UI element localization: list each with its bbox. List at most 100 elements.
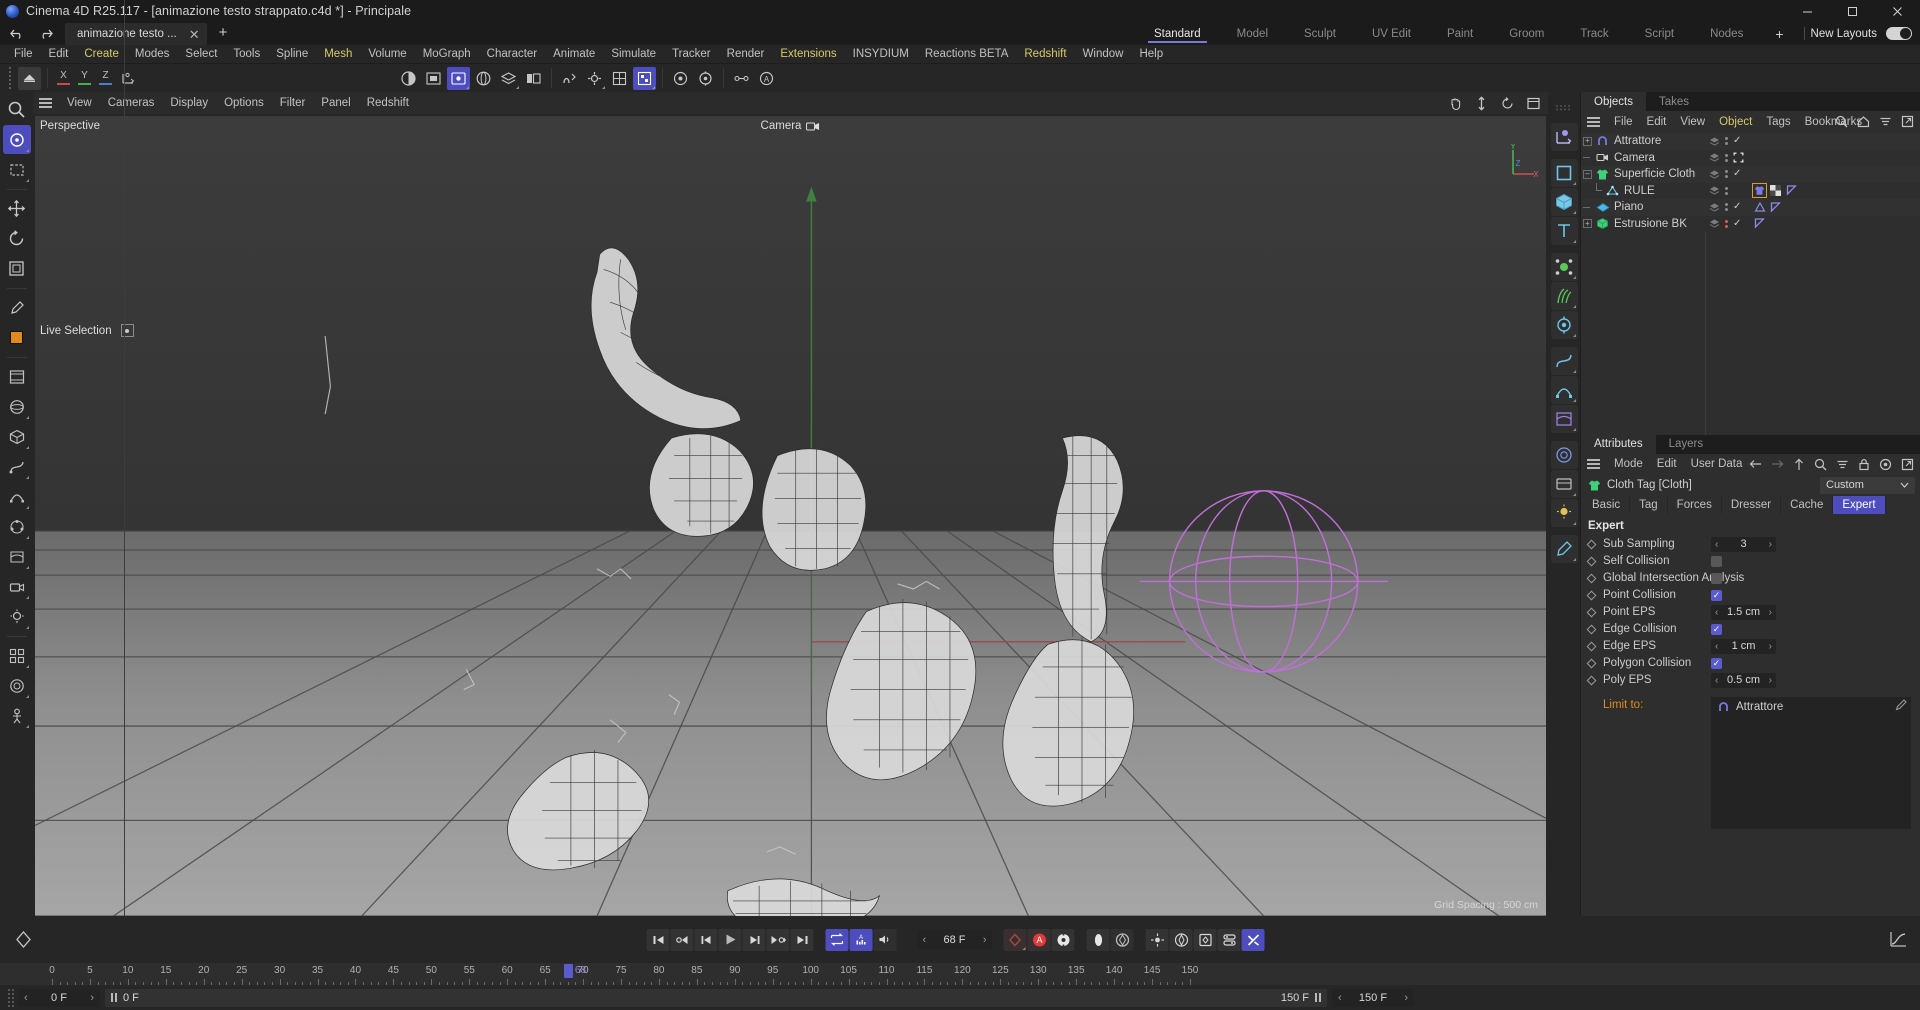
layer-icon[interactable] (1709, 202, 1720, 213)
cloth-tag-icon[interactable] (1752, 183, 1767, 199)
object-row-superficie-cloth[interactable]: – Superficie Cloth ✓ (1581, 166, 1920, 183)
light-object-icon[interactable] (3, 602, 31, 631)
audio-waveform-button[interactable]: A (849, 928, 873, 951)
material-sphere-icon[interactable] (472, 67, 495, 90)
new-document-button[interactable]: + (207, 25, 238, 42)
position-key-button[interactable] (1086, 928, 1110, 951)
subtab-expert[interactable]: Expert (1833, 495, 1886, 514)
increment-icon[interactable]: › (1769, 607, 1772, 618)
property-control[interactable] (1711, 555, 1722, 567)
timeline-ruler[interactable]: 0 5 10 15 20 25 30 35 40 45 50 55 60 65 70 75 80 85 90 95 10… (0, 963, 1920, 985)
up-arrow-icon[interactable] (1793, 458, 1805, 471)
animate-position-button[interactable] (1145, 928, 1169, 951)
menu-simulate[interactable]: Simulate (603, 45, 664, 64)
undo-icon[interactable] (10, 28, 25, 40)
scale-tool-icon[interactable] (3, 254, 31, 283)
animate-diamond-icon[interactable] (1586, 573, 1597, 583)
visibility-dots[interactable] (1725, 219, 1728, 228)
preset-dropdown[interactable]: Custom (1820, 476, 1915, 494)
minimize-button[interactable] (1785, 0, 1830, 22)
property-control[interactable]: ‹ 3 › (1711, 536, 1776, 552)
self-collision-checkbox[interactable] (1711, 555, 1722, 567)
visibility-dots[interactable] (1725, 186, 1728, 195)
menu-window[interactable]: Window (1075, 45, 1132, 64)
polygon-collision-checkbox[interactable]: ✓ (1711, 657, 1722, 669)
decrement-icon[interactable]: ‹ (1338, 992, 1342, 1004)
box-select-icon[interactable] (3, 155, 31, 184)
subtab-tag[interactable]: Tag (1630, 495, 1668, 514)
sound-button[interactable] (873, 928, 897, 951)
target-icon[interactable] (1879, 458, 1892, 471)
menu-modes[interactable]: Modes (127, 45, 178, 64)
menu-tools[interactable]: Tools (225, 45, 268, 64)
expander-icon[interactable]: – (1583, 169, 1592, 179)
animate-diamond-icon[interactable] (1586, 658, 1597, 668)
property-control[interactable]: ‹ 1 cm › (1711, 638, 1776, 654)
statusbar-grip[interactable] (8, 988, 14, 1007)
field-object-icon-2[interactable] (1550, 441, 1578, 469)
forward-arrow-icon[interactable] (1771, 458, 1784, 470)
point-collision-checkbox[interactable]: ✓ (1711, 589, 1722, 601)
object-list-empty-area[interactable] (1581, 232, 1920, 435)
home-icon[interactable] (1857, 115, 1870, 128)
animate-diamond-icon[interactable] (1586, 539, 1597, 549)
viewport-menu-view[interactable]: View (59, 97, 100, 109)
flag-tag-icon[interactable] (1753, 217, 1766, 230)
generator-object-icon[interactable] (1550, 376, 1578, 404)
node-editor-icon[interactable] (730, 67, 753, 90)
rotate-tool-icon[interactable] (3, 224, 31, 253)
nurbs-icon[interactable] (3, 482, 31, 511)
animate-diamond-icon[interactable] (1586, 624, 1597, 634)
animate-diamond-icon[interactable] (1586, 590, 1597, 600)
expand-panel-icon[interactable] (1901, 458, 1914, 471)
add-layout-button[interactable]: + (1761, 26, 1797, 42)
object-controls[interactable] (1709, 185, 1728, 196)
content-browser-icon[interactable] (522, 67, 545, 90)
tab-attributes[interactable]: Attributes (1581, 434, 1656, 454)
loop-playback-button[interactable] (825, 928, 849, 951)
edit-pencil-icon[interactable] (1895, 698, 1907, 711)
animate-diamond-icon[interactable] (1586, 641, 1597, 651)
undo-view-icon[interactable] (18, 66, 41, 90)
render-view-icon[interactable] (397, 67, 420, 90)
color-swatch[interactable] (3, 323, 31, 352)
layout-tab-groom[interactable]: Groom (1491, 22, 1562, 45)
range-start-input[interactable]: ‹ 0 F › (18, 988, 100, 1007)
prev-frame-button[interactable] (694, 928, 718, 951)
property-control[interactable]: ✓ (1711, 623, 1722, 635)
object-row-camera[interactable]: Camera (1581, 150, 1920, 167)
range-handle-right-icon[interactable] (1315, 993, 1321, 1002)
current-frame-input[interactable]: ‹ 68 F › (917, 930, 992, 949)
visibility-dots[interactable] (1725, 170, 1728, 179)
property-control[interactable]: ‹ 1.5 cm › (1711, 604, 1776, 620)
axis-y-button[interactable]: Y (74, 67, 95, 90)
am-menu-edit[interactable]: Edit (1650, 458, 1684, 470)
playhead[interactable] (563, 964, 573, 978)
viewport-menu-options[interactable]: Options (216, 97, 272, 109)
timeline-curve-icon[interactable] (1889, 930, 1908, 949)
project-settings-icon[interactable] (694, 67, 717, 90)
object-controls[interactable]: ✓ (1709, 218, 1741, 229)
increment-icon[interactable]: › (90, 992, 94, 1004)
close-button[interactable] (1875, 0, 1920, 22)
menu-volume[interactable]: Volume (360, 45, 414, 64)
light-rig-icon[interactable] (1550, 499, 1578, 527)
keyframe-settings-button[interactable] (1051, 928, 1075, 951)
animate-diamond-icon[interactable] (1586, 607, 1597, 617)
flag-tag-icon[interactable] (1785, 184, 1798, 197)
world-object-coordinates-icon[interactable] (117, 67, 140, 90)
menu-tracker[interactable]: Tracker (664, 45, 719, 64)
menu-file[interactable]: File (6, 45, 41, 64)
lock-icon[interactable] (1858, 458, 1870, 471)
object-row-estrusione-bk[interactable]: + Estrusione BK ✓ (1581, 216, 1920, 233)
magnify-icon[interactable] (3, 95, 31, 124)
material-node-icon[interactable] (1550, 470, 1578, 498)
simulation-settings-icon[interactable] (1550, 311, 1578, 339)
layout-tab-model[interactable]: Model (1219, 22, 1286, 45)
increment-icon[interactable]: › (1404, 992, 1408, 1004)
pan-view-icon[interactable] (1448, 96, 1463, 111)
polygon-mode-icon[interactable] (1550, 159, 1578, 187)
play-button[interactable] (718, 928, 742, 951)
menu-redshift[interactable]: Redshift (1016, 45, 1074, 64)
om-menu-tags[interactable]: Tags (1759, 116, 1797, 128)
